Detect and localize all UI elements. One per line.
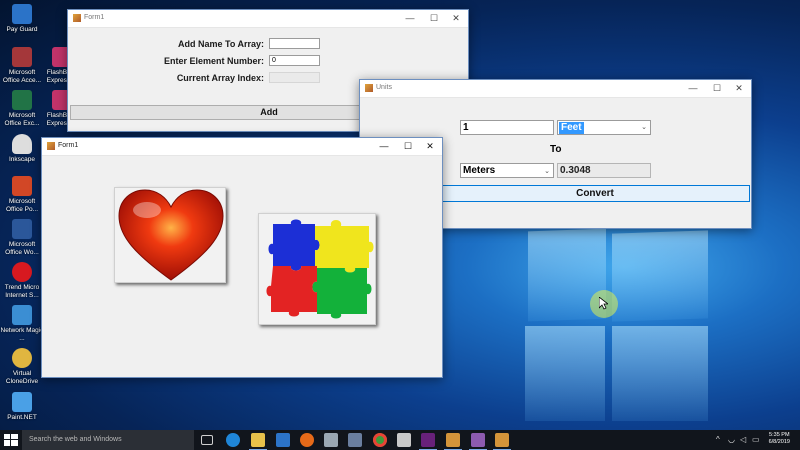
close-button[interactable]: ✕: [422, 140, 438, 153]
minimize-button[interactable]: —: [402, 12, 418, 25]
minimize-button[interactable]: —: [376, 140, 392, 153]
maximize-button[interactable]: ☐: [709, 82, 725, 95]
to-unit-select[interactable]: Meters ⌄: [460, 163, 554, 178]
mouse-cursor-icon: [599, 297, 608, 310]
app-icon-1[interactable]: [324, 433, 338, 447]
desktop-icon-network-magic[interactable]: Network Magic ...: [0, 305, 44, 343]
paint-net-icon: [12, 392, 32, 412]
chevron-down-icon: ⌄: [641, 124, 647, 131]
inkscape-taskbar-icon[interactable]: [397, 433, 411, 447]
wallpaper-window-pane: [612, 326, 708, 421]
network-magic-icon: [12, 305, 32, 325]
element-number-label: Enter Element Number:: [163, 56, 264, 66]
powerpoint-icon: [12, 176, 32, 196]
current-index-label: Current Array Index:: [176, 73, 264, 83]
volume-icon[interactable]: ◁: [740, 435, 746, 445]
convert-button[interactable]: Convert: [440, 185, 750, 202]
form-app-icon-1[interactable]: [444, 433, 462, 450]
desktop-icon-virtual-clonedrive[interactable]: Virtual CloneDrive: [0, 348, 44, 386]
visual-studio-icon[interactable]: [419, 433, 437, 450]
desktop-icon-inkscape[interactable]: Inkscape: [0, 134, 44, 164]
clonedrive-icon: [12, 348, 32, 368]
file-explorer-icon[interactable]: [249, 433, 267, 450]
clock[interactable]: 5:35 PM 6/8/2019: [769, 432, 790, 446]
search-box[interactable]: Search the web and Windows: [22, 430, 194, 450]
window-title: Form1: [58, 142, 79, 149]
element-number-input[interactable]: 0: [269, 55, 320, 66]
app-icon-2[interactable]: [348, 433, 362, 447]
close-button[interactable]: ✕: [731, 82, 747, 95]
desktop-icon-trend-micro[interactable]: Trend Micro Internet S...: [0, 262, 44, 300]
desktop-icon-pay-guard[interactable]: Pay Guard: [0, 4, 44, 34]
access-icon: [12, 47, 32, 67]
app-icon: [73, 14, 81, 22]
trend-micro-icon: [12, 262, 32, 282]
wifi-icon[interactable]: ◡: [728, 435, 735, 445]
excel-icon: [12, 90, 32, 110]
window-title: Form1: [84, 14, 105, 21]
store-icon[interactable]: [276, 433, 290, 447]
battery-icon[interactable]: ▭: [752, 435, 760, 445]
maximize-button[interactable]: ☐: [426, 12, 442, 25]
result-field: 0.3048: [557, 163, 651, 178]
title-bar[interactable]: Form1 — ☐ ✕: [42, 138, 442, 156]
heart-icon: [118, 189, 224, 281]
app-icon: [365, 84, 373, 92]
wallpaper-window-pane: [612, 230, 708, 322]
desktop-icon-excel[interactable]: Microsoft Office Exc...: [0, 90, 44, 128]
edge-icon[interactable]: [226, 433, 240, 447]
maximize-button[interactable]: ☐: [400, 140, 416, 153]
from-unit-select[interactable]: Feet ⌄: [557, 120, 651, 135]
to-label: To: [550, 144, 562, 155]
wallpaper-window-pane: [525, 326, 605, 421]
window-title: Units: [376, 84, 392, 91]
clock-date: 6/8/2019: [768, 439, 790, 445]
minimize-button[interactable]: —: [685, 82, 701, 95]
desktop-icon-word[interactable]: Microsoft Office Wo...: [0, 219, 44, 257]
value-input[interactable]: 1: [460, 120, 554, 135]
app-icon: [47, 142, 55, 150]
task-view-icon[interactable]: [201, 435, 213, 445]
inkscape-icon: [12, 134, 32, 154]
title-bar[interactable]: Form1 — ☐ ✕: [68, 10, 468, 28]
form-app-icon-3[interactable]: [493, 433, 511, 450]
desktop-icon-paint-net[interactable]: Paint.NET: [0, 392, 44, 422]
chevron-down-icon: ⌄: [544, 168, 550, 175]
add-name-input[interactable]: [269, 38, 320, 49]
from-unit-value: Feet: [559, 122, 584, 134]
chevron-up-icon[interactable]: ^: [716, 435, 720, 445]
current-index-field: [269, 72, 320, 83]
heart-picturebox[interactable]: [114, 187, 226, 283]
word-icon: [12, 219, 32, 239]
to-unit-value: Meters: [463, 165, 496, 176]
firefox-icon[interactable]: [300, 433, 314, 447]
puzzle-icon: [266, 219, 374, 319]
desktop-icon-powerpoint[interactable]: Microsoft Office Po...: [0, 176, 44, 214]
windows-start-icon[interactable]: [4, 434, 18, 446]
form-images-window: Form1 — ☐ ✕: [41, 137, 443, 378]
desktop-icon-access[interactable]: Microsoft Office Acce...: [0, 47, 44, 85]
form-app-icon-2[interactable]: [469, 433, 487, 450]
taskbar: Search the web and Windows ^ ◡ ◁ ▭ 5:35 …: [0, 430, 800, 450]
title-bar[interactable]: Units — ☐ ✕: [360, 80, 751, 98]
clock-time: 5:35 PM: [769, 432, 790, 438]
pay-guard-icon: [12, 4, 32, 24]
close-button[interactable]: ✕: [448, 12, 464, 25]
puzzle-picturebox[interactable]: [258, 213, 376, 325]
add-name-label: Add Name To Array:: [177, 39, 264, 49]
chrome-icon[interactable]: [373, 433, 387, 447]
